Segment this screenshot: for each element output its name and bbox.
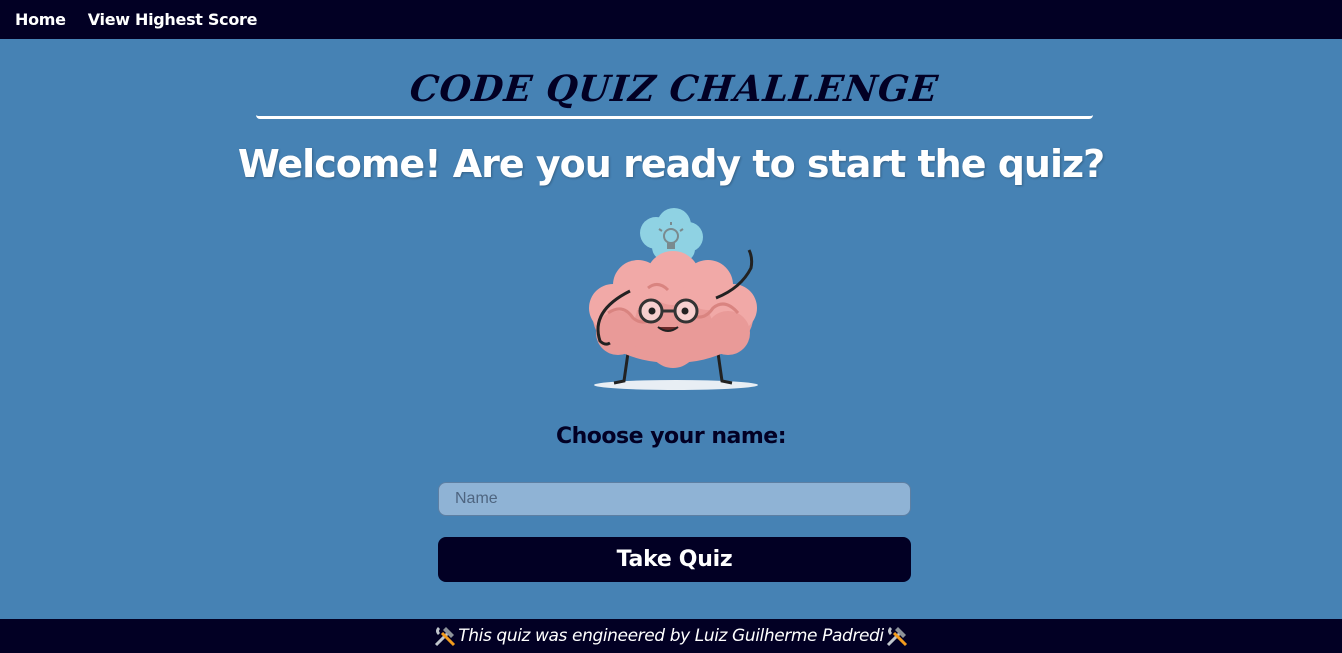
name-input[interactable] bbox=[438, 482, 911, 516]
welcome-heading: Welcome! Are you ready to start the quiz… bbox=[237, 142, 1105, 186]
nav-highest-score-link[interactable]: View Highest Score bbox=[88, 10, 258, 29]
top-navbar: Home View Highest Score bbox=[0, 0, 1342, 39]
take-quiz-button[interactable]: Take Quiz bbox=[438, 537, 911, 582]
title-container: CODE QUIZ CHALLENGE bbox=[256, 62, 1093, 119]
footer: This quiz was engineered by Luiz Guilher… bbox=[0, 619, 1342, 653]
choose-name-label: Choose your name: bbox=[556, 424, 787, 449]
hammer-wrench-icon bbox=[435, 627, 456, 647]
nav-home-link[interactable]: Home bbox=[15, 10, 66, 29]
footer-text: This quiz was engineered by Luiz Guilher… bbox=[458, 626, 884, 646]
page-title: CODE QUIZ CHALLENGE bbox=[408, 68, 941, 110]
brain-mascot-icon bbox=[589, 208, 758, 390]
hammer-wrench-icon bbox=[886, 627, 907, 647]
